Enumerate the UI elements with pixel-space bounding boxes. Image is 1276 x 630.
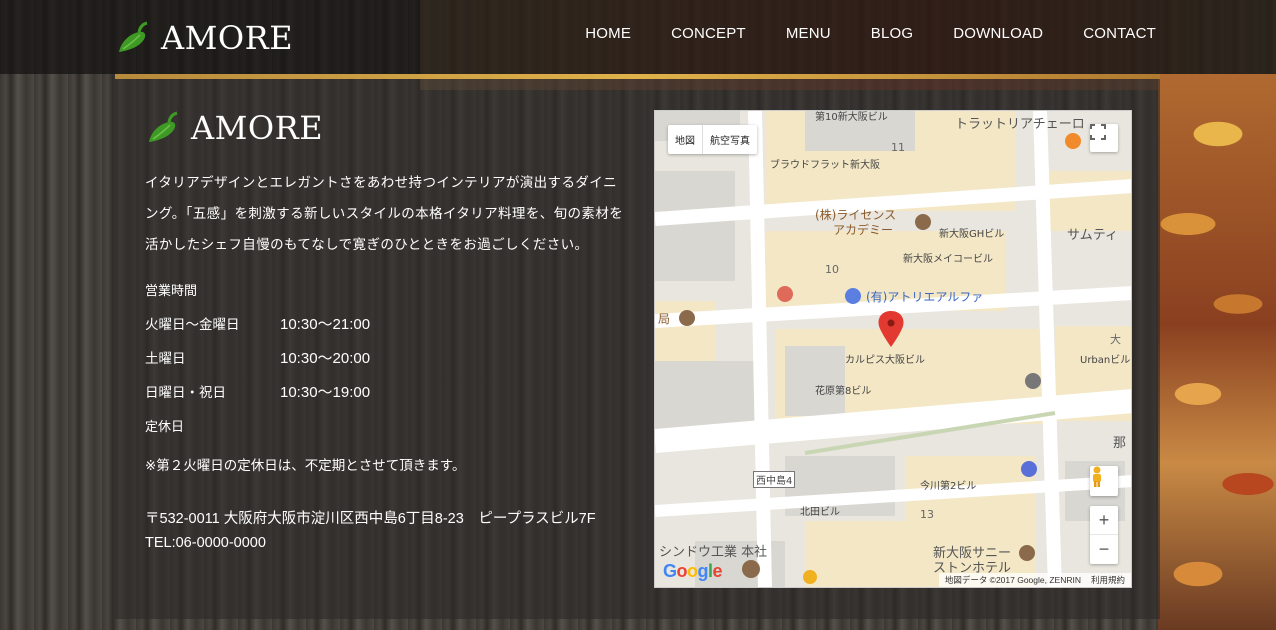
header-logo-text: AMORE xyxy=(161,19,294,57)
nav-home[interactable]: HOME xyxy=(565,25,651,42)
map-label: カルピス大阪ビル xyxy=(845,355,925,366)
map-type-map-button[interactable]: 地図 xyxy=(668,125,703,154)
map-label: アカデミー xyxy=(833,223,894,237)
map-label: サムティ xyxy=(1067,228,1118,243)
map-label: 第10新大阪ビル xyxy=(815,112,888,123)
hours-time: 10:30〜19:00 xyxy=(280,384,371,401)
google-logo-letter: e xyxy=(712,561,723,581)
closed-days-note: ※第２火曜日の定休日は、不定期とさせて頂きます。 xyxy=(145,458,466,474)
map-data-credit: 地図データ ©2017 Google, ZENRIN xyxy=(944,575,1081,585)
hours-time: 10:30〜21:00 xyxy=(280,316,371,333)
map-label: 今川第2ビル xyxy=(920,481,977,492)
hours-day: 日曜日・祝日 xyxy=(145,385,226,401)
background-pasta-right xyxy=(1158,74,1276,630)
closed-days-title: 定休日 xyxy=(145,420,185,435)
pegman-icon xyxy=(1093,466,1101,487)
fullscreen-button[interactable] xyxy=(1090,124,1118,152)
map-label: 西中島4 xyxy=(753,471,796,488)
map-label: 10 xyxy=(825,263,839,276)
hours-day: 火曜日〜金曜日 xyxy=(145,317,240,333)
google-logo-letter: G xyxy=(663,561,677,581)
map-label: ブラウドフラット新大阪 xyxy=(770,160,880,171)
zoom-in-button[interactable]: + xyxy=(1090,506,1118,535)
map-label: 11 xyxy=(891,141,905,154)
nav-contact[interactable]: CONTACT xyxy=(1063,25,1156,42)
nav-download[interactable]: DOWNLOAD xyxy=(933,25,1063,42)
hours-row: 日曜日・祝日 10:30〜19:00 xyxy=(145,381,370,402)
site-header: AMORE HOME CONCEPT MENU BLOG DOWNLOAD CO… xyxy=(0,0,1276,74)
hours-row: 土曜日 10:30〜20:00 xyxy=(145,347,370,368)
map-label: 大 xyxy=(1110,333,1121,346)
map-label: Urbanビル xyxy=(1080,355,1131,366)
address-text: 〒532-0011 大阪府大阪市淀川区西中島6丁目8-23 ピープラスビル7F xyxy=(145,511,596,527)
hours-time: 10:30〜20:00 xyxy=(280,350,371,367)
map-type-satellite-button[interactable]: 航空写真 xyxy=(703,125,757,154)
phone-text: TEL:06-0000-0000 xyxy=(145,535,266,551)
map-attribution: 地図データ ©2017 Google, ZENRIN 利用規約 xyxy=(938,573,1131,587)
pepper-icon xyxy=(149,111,178,142)
map-label: 局 xyxy=(658,312,671,326)
nav-menu[interactable]: MENU xyxy=(766,25,851,42)
hours-day: 土曜日 xyxy=(145,351,186,367)
map-canvas[interactable] xyxy=(655,111,1132,588)
map-label: 花原第8ビル xyxy=(815,386,872,397)
map-label: 新大阪メイコービル xyxy=(903,254,993,265)
zoom-control: + − xyxy=(1090,506,1118,564)
header-logo[interactable]: AMORE xyxy=(113,18,293,58)
google-logo-letter: g xyxy=(697,561,709,581)
map-label: トラットリアチェーロ xyxy=(955,117,1085,132)
google-logo-letter: o xyxy=(676,561,688,581)
street-view-button[interactable] xyxy=(1090,466,1118,496)
map-label: シンドウ工業 本社 xyxy=(659,545,768,560)
map-label: (有)アトリエアルファ xyxy=(866,290,984,304)
map-label: 那 xyxy=(1113,436,1127,451)
main-nav: HOME CONCEPT MENU BLOG DOWNLOAD CONTACT xyxy=(565,25,1156,42)
hours-row: 火曜日〜金曜日 10:30〜21:00 xyxy=(145,313,370,334)
terms-link[interactable]: 利用規約 xyxy=(1091,574,1125,586)
intro-text: イタリアデザインとエレガントさをあわせ持つインテリアが演出するダイニング。「五感… xyxy=(145,175,624,253)
panel-logo: AMORE xyxy=(143,108,323,148)
fullscreen-icon xyxy=(1090,124,1106,140)
nav-concept[interactable]: CONCEPT xyxy=(651,25,766,42)
pepper-icon xyxy=(119,21,148,52)
map-label: 13 xyxy=(920,508,934,521)
nav-blog[interactable]: BLOG xyxy=(851,25,933,42)
map-label: 北田ビル xyxy=(800,507,840,518)
map-type-control: 地図 航空写真 xyxy=(668,125,757,154)
map-label: 新大阪GHビル xyxy=(939,229,1005,240)
google-map[interactable]: 第10新大阪ビル トラットリアチェーロ 11 ブラウドフラット新大阪 (株)ライ… xyxy=(654,110,1132,588)
google-logo-letter: o xyxy=(687,561,698,581)
panel-logo-text: AMORE xyxy=(191,109,324,147)
zoom-out-button[interactable]: − xyxy=(1090,535,1118,564)
google-logo[interactable]: Google xyxy=(663,561,723,582)
hours-title: 営業時間 xyxy=(145,284,198,299)
